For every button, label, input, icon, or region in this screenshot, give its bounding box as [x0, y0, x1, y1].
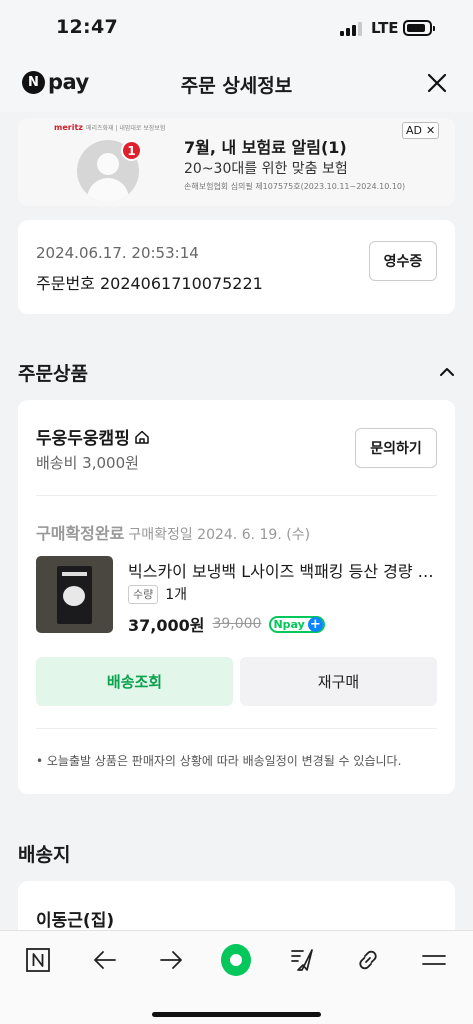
purchase-status: 구매확정완료 구매확정일 2024. 6. 19. (수): [36, 520, 310, 544]
ad-banner[interactable]: meritz 메리츠화재 | 내맘대로 보장보험 1 7월, 내 보험료 알림(1…: [18, 118, 455, 206]
receipt-button[interactable]: 영수증: [369, 241, 437, 281]
quantity-row: 수량 1개: [128, 584, 187, 604]
price-row: 37,000원 39,000 Npay +: [128, 612, 325, 636]
order-date: 2024.06.17. 20:53:14: [36, 244, 199, 262]
page-title: 주문 상세정보: [180, 75, 293, 97]
quantity-tag: 수량: [128, 584, 159, 604]
share-icon[interactable]: [287, 945, 317, 975]
status-time: 12:47: [56, 16, 118, 38]
notification-badge: 1: [121, 140, 142, 161]
menu-icon[interactable]: [419, 945, 449, 975]
status-bar: 12:47 LTE: [0, 0, 473, 56]
home-icon: [134, 429, 150, 445]
product-card: 두웅두웅캠핑 배송비 3,000원 문의하기 구매확정완료 구매확정일 2024.…: [18, 400, 455, 794]
naver-n-icon[interactable]: [23, 945, 53, 975]
ad-close-icon[interactable]: ✕: [426, 124, 435, 137]
back-arrow-icon[interactable]: [90, 945, 120, 975]
bottom-toolbar: [0, 930, 473, 1024]
rebuy-button[interactable]: 재구매: [240, 657, 437, 706]
ad-label: AD: [406, 124, 422, 137]
ad-tag[interactable]: AD ✕: [402, 122, 440, 139]
quantity-value: 1개: [165, 587, 188, 603]
order-number: 주문번호 2024061710075221: [36, 274, 263, 293]
inquiry-button[interactable]: 문의하기: [355, 428, 437, 468]
npay-plus-badge: Npay +: [269, 615, 325, 633]
npay-badge-label: Npay: [273, 617, 305, 631]
delivery-notice: • 오늘출발 상품은 판매자의 상황에 따라 배송일정이 변경될 수 있습니다.: [36, 754, 402, 768]
ad-brand-name: meritz: [54, 123, 83, 132]
green-dot-icon[interactable]: [221, 944, 251, 976]
order-info-card: 2024.06.17. 20:53:14 주문번호 20240617100752…: [18, 220, 455, 314]
shipping-fee: 배송비 3,000원: [36, 454, 139, 472]
recipient-name: 이동근(집): [36, 911, 115, 931]
shop-name[interactable]: 두웅두웅캠핑: [36, 424, 150, 449]
ad-note: 손해보험협회 심의필 제107575호(2023.10.11~2024.10.1…: [184, 182, 406, 191]
ad-subtitle: 20~30대를 위한 맞춤 보험: [184, 161, 348, 177]
battery-icon: [403, 20, 435, 36]
close-icon[interactable]: [424, 70, 450, 96]
signal-icon: [340, 22, 366, 36]
divider: [36, 728, 437, 729]
link-icon[interactable]: [353, 945, 383, 975]
forward-arrow-icon[interactable]: [156, 945, 186, 975]
product-thumbnail[interactable]: [36, 556, 113, 633]
home-indicator: [152, 1012, 321, 1017]
shop-name-label: 두웅두웅캠핑: [36, 429, 130, 449]
ad-title: 7월, 내 보험료 알림(1): [184, 138, 347, 157]
product-name[interactable]: 빅스카이 보냉백 L사이즈 백패킹 등산 경량 …: [128, 558, 434, 582]
ad-brand-sub: 메리츠화재 | 내맘대로 보장보험: [85, 125, 166, 132]
app-header: N pay 주문 상세정보: [0, 56, 473, 112]
plus-icon: +: [307, 616, 323, 632]
status-date: 구매확정일 2024. 6. 19. (수): [128, 527, 311, 543]
track-delivery-button[interactable]: 배송조회: [36, 657, 233, 706]
chevron-up-icon[interactable]: [438, 363, 456, 381]
status-label: 구매확정완료: [36, 524, 125, 543]
section-title-shipping: 배송지: [18, 844, 71, 866]
section-title-products: 주문상품: [18, 363, 88, 385]
divider: [36, 495, 437, 496]
original-price: 39,000: [212, 616, 262, 632]
network-label: LTE: [371, 19, 399, 37]
ad-brand: meritz 메리츠화재 | 내맘대로 보장보험: [54, 123, 165, 132]
price: 37,000원: [128, 616, 205, 635]
